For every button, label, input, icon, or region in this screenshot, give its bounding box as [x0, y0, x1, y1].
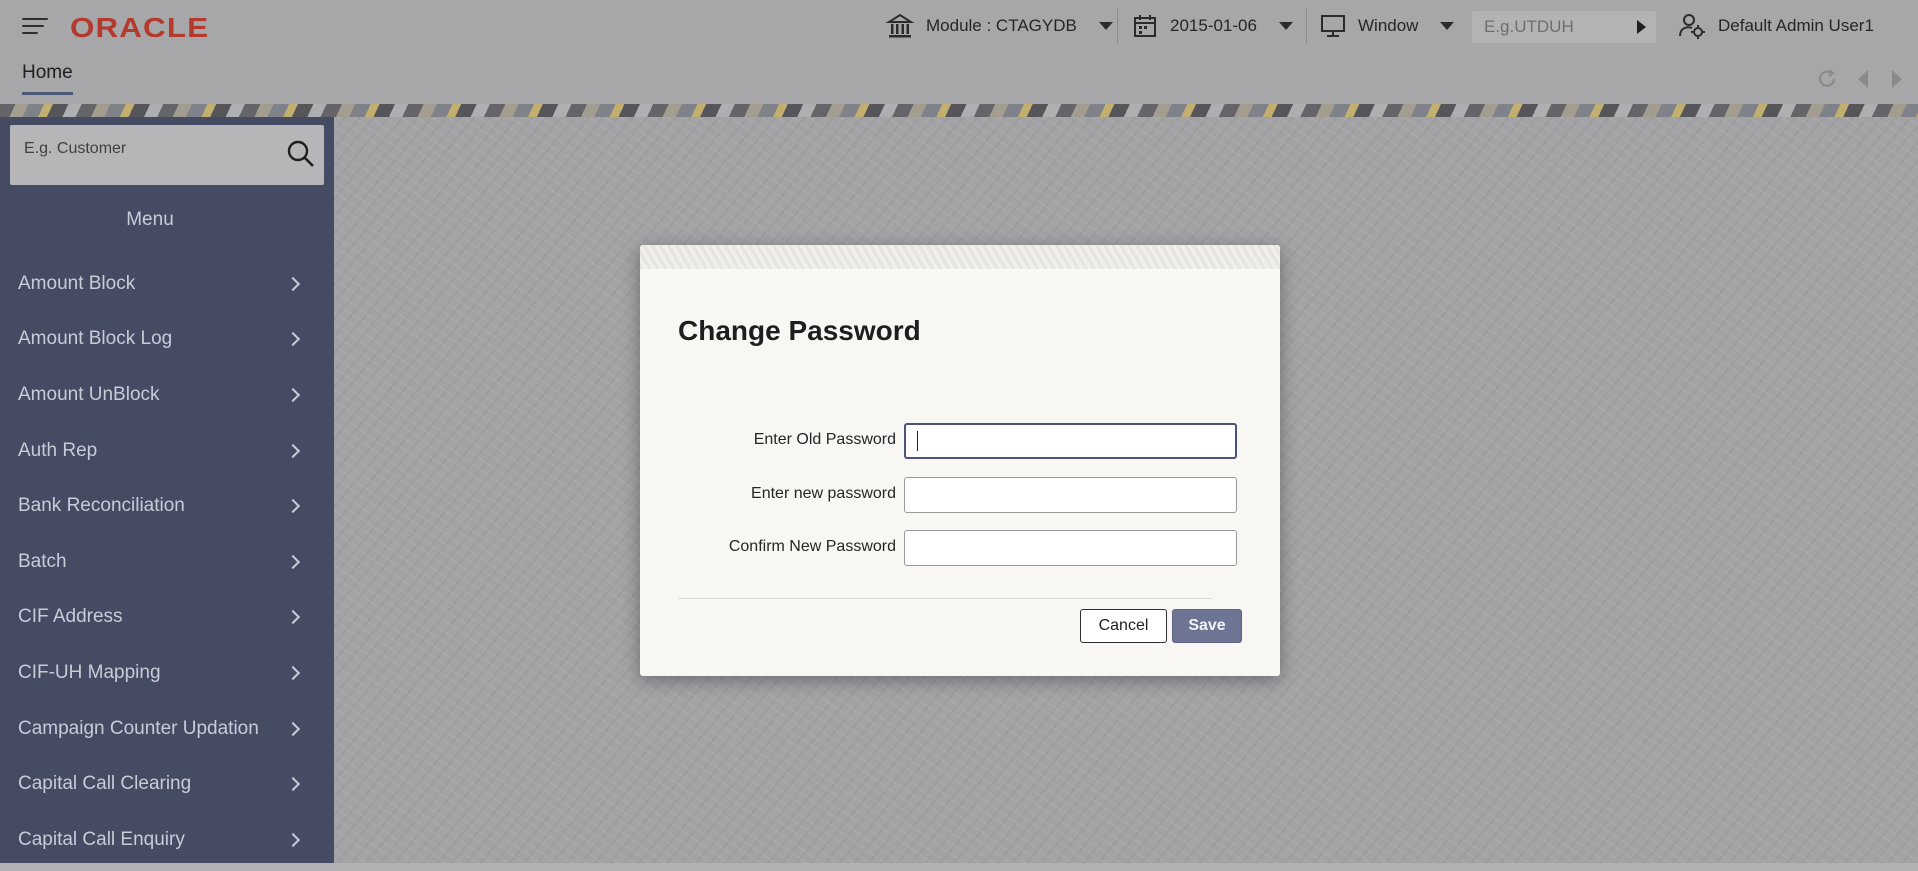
menu-list: Amount Block Amount Block Log Amount UnB… — [0, 256, 334, 863]
chevron-right-icon — [285, 777, 301, 792]
confirm-password-input[interactable] — [904, 530, 1237, 566]
menu-item-label: Amount Block — [18, 272, 136, 294]
chevron-right-icon — [285, 832, 301, 847]
dialog-header-strip — [640, 245, 1280, 269]
menu-item-capital-call-clearing[interactable]: Capital Call Clearing — [0, 756, 334, 812]
chevron-right-icon — [285, 665, 301, 681]
menu-item-capital-call-enquiry[interactable]: Capital Call Enquiry — [0, 812, 334, 863]
sidebar-search-input[interactable] — [10, 125, 280, 167]
new-password-row: Enter new password — [640, 477, 1280, 513]
oracle-logo: ORACLE — [70, 12, 210, 43]
bottom-bar — [0, 863, 1918, 871]
chevron-right-icon — [285, 332, 301, 347]
sidebar: Menu Amount Block Amount Block Log Amoun… — [0, 117, 334, 863]
chevron-right-icon — [285, 276, 301, 291]
menu-title: Menu — [126, 209, 174, 230]
menu-item-label: Amount Block Log — [18, 328, 173, 350]
menu-item-label: Amount UnBlock — [18, 383, 160, 405]
menu-item-label: Campaign Counter Updation — [18, 717, 259, 739]
search-icon[interactable] — [286, 139, 316, 174]
menu-item-auth-rep[interactable]: Auth Rep — [0, 423, 334, 479]
save-button[interactable]: Save — [1172, 609, 1242, 643]
menu-item-label: Bank Reconciliation — [18, 495, 185, 517]
chevron-right-icon — [285, 610, 301, 625]
sidebar-search — [10, 125, 324, 185]
hamburger-menu-icon[interactable] — [22, 16, 48, 36]
calendar-icon — [1132, 13, 1158, 39]
date-dropdown-icon[interactable] — [1278, 22, 1293, 30]
module-dropdown-icon[interactable] — [1098, 22, 1113, 30]
bank-icon — [886, 12, 914, 40]
menu-item-label: Capital Call Enquiry — [18, 828, 185, 850]
quick-launch-go-icon[interactable] — [1637, 20, 1646, 34]
top-header: ORACLE Module : CTAGYDB 2015-01-06 Windo… — [0, 0, 1918, 52]
date-label: 2015-01-06 — [1170, 16, 1257, 35]
user-settings-icon — [1678, 12, 1706, 40]
previous-tab-icon[interactable] — [1856, 68, 1870, 95]
change-password-dialog: Change Password Enter Old Password Enter… — [640, 245, 1280, 676]
menu-item-campaign-counter-updation[interactable]: Campaign Counter Updation — [0, 701, 334, 757]
module-selector[interactable]: Module : CTAGYDB — [886, 0, 1113, 52]
date-selector[interactable]: 2015-01-06 — [1132, 0, 1293, 52]
chevron-right-icon — [285, 721, 301, 736]
confirm-password-label: Confirm New Password — [728, 538, 896, 555]
menu-item-label: CIF-UH Mapping — [18, 661, 161, 683]
header-divider — [1117, 8, 1118, 44]
refresh-icon[interactable] — [1816, 68, 1838, 95]
chevron-right-icon — [285, 499, 301, 514]
menu-item-cif-uh-mapping[interactable]: CIF-UH Mapping — [0, 645, 334, 701]
new-password-input[interactable] — [904, 477, 1237, 513]
old-password-row: Enter Old Password — [640, 423, 1280, 459]
menu-item-label: Auth Rep — [18, 439, 98, 461]
window-dropdown-icon[interactable] — [1440, 22, 1455, 30]
quick-launch-input[interactable] — [1472, 11, 1622, 43]
window-selector[interactable]: Window — [1320, 0, 1455, 52]
menu-item-batch[interactable]: Batch — [0, 534, 334, 590]
quick-launch — [1472, 11, 1656, 43]
decorative-banner — [0, 104, 1918, 117]
old-password-label: Enter Old Password — [753, 431, 896, 448]
menu-item-label: Batch — [18, 550, 67, 572]
menu-item-amount-unblock[interactable]: Amount UnBlock — [0, 367, 334, 423]
tab-bar: Home — [0, 52, 1918, 104]
chevron-right-icon — [285, 387, 301, 403]
menu-item-bank-reconciliation[interactable]: Bank Reconciliation — [0, 478, 334, 534]
header-divider — [1306, 8, 1307, 44]
dialog-divider — [678, 598, 1212, 599]
confirm-password-row: Confirm New Password — [640, 530, 1280, 566]
menu-item-amount-block[interactable]: Amount Block — [0, 256, 334, 312]
text-cursor — [917, 431, 918, 451]
menu-item-amount-block-log[interactable]: Amount Block Log — [0, 312, 334, 368]
chevron-right-icon — [285, 554, 301, 569]
old-password-input[interactable] — [904, 423, 1237, 459]
monitor-icon — [1320, 14, 1346, 38]
window-label: Window — [1358, 16, 1419, 35]
module-label: Module : CTAGYDB — [926, 16, 1077, 35]
menu-item-cif-address[interactable]: CIF Address — [0, 590, 334, 646]
tab-home[interactable]: Home — [22, 62, 73, 95]
menu-item-label: Capital Call Clearing — [18, 773, 192, 795]
user-menu[interactable]: Default Admin User1 — [1678, 0, 1874, 52]
menu-item-label: CIF Address — [18, 606, 123, 628]
next-tab-icon[interactable] — [1890, 68, 1904, 95]
cancel-button[interactable]: Cancel — [1080, 609, 1167, 643]
chevron-right-icon — [285, 443, 301, 458]
dialog-title: Change Password — [678, 315, 921, 346]
new-password-label: Enter new password — [751, 485, 896, 502]
user-name: Default Admin User1 — [1718, 16, 1874, 35]
